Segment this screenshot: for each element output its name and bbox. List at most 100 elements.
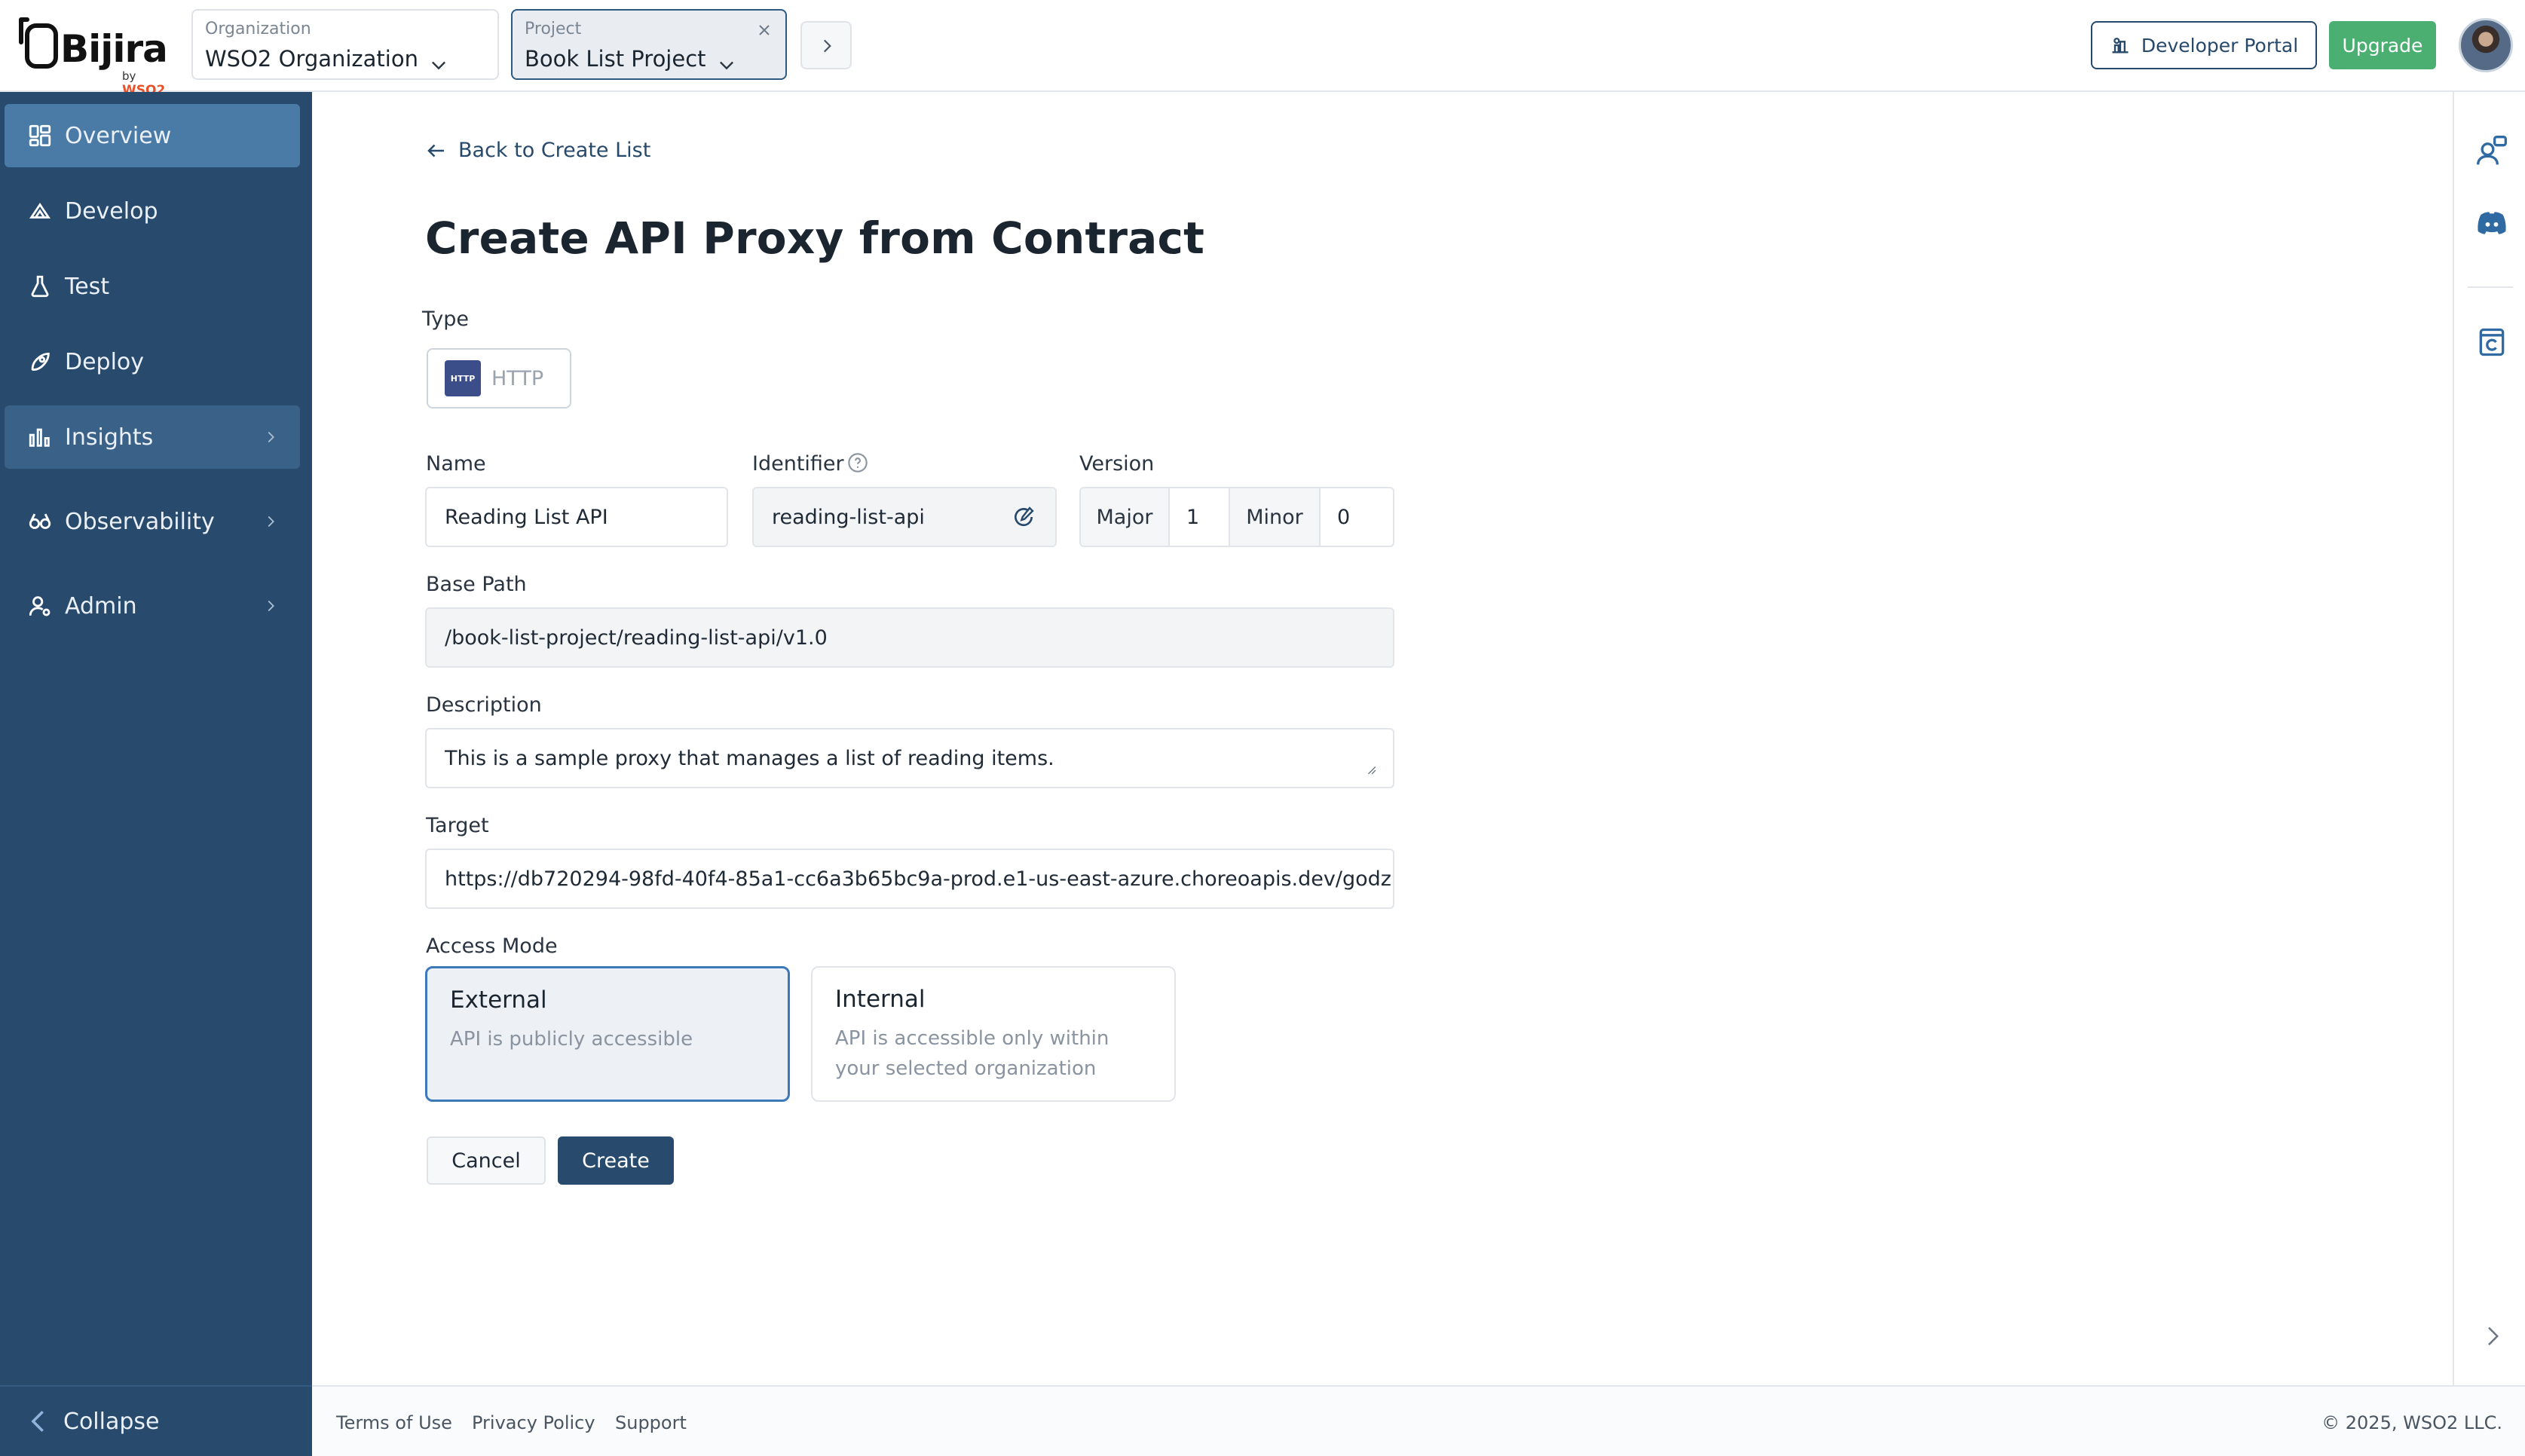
sidebar-item-insights[interactable]: Insights <box>5 405 300 469</box>
organization-value: WSO2 Organization <box>205 46 418 72</box>
support-chat-icon[interactable] <box>2475 134 2508 167</box>
sidebar-item-label: Observability <box>65 508 215 535</box>
developer-portal-button[interactable]: Developer Portal <box>2091 21 2317 69</box>
discord-icon[interactable] <box>2475 206 2508 240</box>
name-field[interactable]: Reading List API <box>425 487 728 547</box>
next-selector-button[interactable] <box>800 21 852 69</box>
top-bar: Bijira by WSO2 Organization WSO2 Organiz… <box>0 0 2525 98</box>
access-option-description: API is publicly accessible <box>450 1028 693 1051</box>
sidebar-item-observability[interactable]: Observability <box>5 490 300 553</box>
access-mode-label: Access Mode <box>426 934 558 958</box>
project-selector[interactable]: Project Book List Project <box>511 9 787 80</box>
access-option-title: Internal <box>835 986 926 1013</box>
chevron-down-icon <box>720 61 733 70</box>
target-field[interactable]: https://db720294-98fd-40f4-85a1-cc6a3b65… <box>425 849 1394 909</box>
chevron-right-icon <box>823 39 831 53</box>
project-label: Project <box>525 20 582 38</box>
sidebar-item-develop[interactable]: Develop <box>5 179 300 243</box>
resize-handle-icon[interactable] <box>1366 764 1376 775</box>
sidebar-item-label: Deploy <box>65 348 145 375</box>
edit-sync-icon[interactable] <box>1012 505 1036 529</box>
cancel-button[interactable]: Cancel <box>427 1136 546 1185</box>
bijira-logo-mark-icon <box>19 17 58 69</box>
collapse-label: Collapse <box>63 1408 160 1435</box>
admin-user-icon <box>29 596 50 616</box>
support-link[interactable]: Support <box>615 1412 687 1433</box>
version-label: Version <box>1079 452 1155 476</box>
logo-by: by <box>122 69 136 83</box>
base-path-field[interactable]: /book-list-project/reading-list-api/v1.0 <box>425 607 1394 668</box>
create-button[interactable]: Create <box>558 1136 674 1185</box>
name-label: Name <box>426 452 486 476</box>
expand-rail-chevron-icon[interactable] <box>2483 1325 2502 1347</box>
footer: Terms of Use Privacy Policy Support © 20… <box>312 1385 2525 1456</box>
sidebar-item-label: Test <box>65 273 110 300</box>
name-value: Reading List API <box>445 505 608 529</box>
developer-portal-icon <box>2112 38 2129 54</box>
sidebar: Overview Develop Test Deploy Insights Ob… <box>0 92 312 1456</box>
sidebar-item-deploy[interactable]: Deploy <box>5 330 300 393</box>
overview-icon <box>29 124 51 147</box>
type-label: Type <box>422 307 470 331</box>
privacy-policy-link[interactable]: Privacy Policy <box>472 1412 595 1433</box>
choreo-console-icon[interactable] <box>2475 326 2508 359</box>
sidebar-item-label: Overview <box>65 122 172 149</box>
identifier-value: reading-list-api <box>772 505 925 529</box>
sidebar-item-label: Insights <box>65 424 154 451</box>
http-badge-icon: HTTP <box>445 360 481 396</box>
page-title: Create API Proxy from Contract <box>425 213 1205 264</box>
access-mode-internal-option[interactable]: Internal API is accessible only within y… <box>811 966 1176 1102</box>
base-path-label: Base Path <box>426 573 527 596</box>
project-value: Book List Project <box>525 46 706 72</box>
back-link-label: Back to Create List <box>458 139 651 162</box>
organization-selector[interactable]: Organization WSO2 Organization <box>191 9 499 80</box>
sidebar-item-test[interactable]: Test <box>5 255 300 318</box>
version-major-field[interactable]: 1 <box>1170 488 1230 546</box>
deploy-rocket-icon <box>31 352 50 372</box>
type-option-http[interactable]: HTTP HTTP <box>427 348 571 408</box>
arrow-left-icon <box>427 144 444 157</box>
user-avatar[interactable] <box>2459 18 2513 72</box>
upgrade-button[interactable]: Upgrade <box>2329 21 2436 69</box>
description-label: Description <box>426 693 542 717</box>
chevron-down-icon <box>432 61 445 70</box>
main-content: Back to Create List Create API Proxy fro… <box>312 92 2453 1385</box>
target-label: Target <box>426 814 489 837</box>
terms-of-use-link[interactable]: Terms of Use <box>336 1412 452 1433</box>
copyright: © 2025, WSO2 LLC. <box>2321 1412 2502 1433</box>
description-textarea[interactable]: This is a sample proxy that manages a li… <box>425 728 1394 788</box>
version-major-label: Major <box>1081 488 1170 546</box>
right-rail <box>2453 92 2525 1385</box>
chevron-left-icon <box>31 1410 44 1433</box>
test-flask-icon <box>31 275 49 298</box>
chevron-right-icon <box>268 600 274 612</box>
chevron-right-icon <box>268 431 274 443</box>
close-icon[interactable] <box>757 23 772 38</box>
collapse-sidebar-button[interactable]: Collapse <box>0 1385 312 1456</box>
chevron-right-icon <box>268 515 274 528</box>
sidebar-item-overview[interactable]: Overview <box>5 104 300 167</box>
sidebar-item-admin[interactable]: Admin <box>5 574 300 638</box>
organization-label: Organization <box>205 20 311 38</box>
observability-icon <box>29 513 51 529</box>
developer-portal-label: Developer Portal <box>2141 34 2299 57</box>
sidebar-item-label: Develop <box>65 197 158 225</box>
identifier-field[interactable]: reading-list-api <box>752 487 1057 547</box>
description-value: This is a sample proxy that manages a li… <box>445 746 1054 770</box>
insights-chart-icon <box>29 428 50 447</box>
access-mode-external-option[interactable]: External API is publicly accessible <box>425 966 790 1102</box>
version-minor-label: Minor <box>1230 488 1321 546</box>
help-circle-icon[interactable] <box>847 452 868 473</box>
develop-icon <box>29 202 50 219</box>
access-option-description: API is accessible only within your selec… <box>835 1027 1109 1080</box>
sidebar-item-label: Admin <box>65 592 137 619</box>
target-value: https://db720294-98fd-40f4-85a1-cc6a3b65… <box>445 867 1394 891</box>
rail-divider <box>2468 286 2513 288</box>
version-input-group: Major 1 Minor 0 <box>1079 487 1394 547</box>
back-link[interactable]: Back to Create List <box>425 139 650 162</box>
logo-text: Bijira <box>60 27 168 71</box>
bijira-logo[interactable]: Bijira by WSO2 <box>17 12 168 98</box>
access-option-title: External <box>450 986 547 1014</box>
base-path-value: /book-list-project/reading-list-api/v1.0 <box>445 626 828 650</box>
version-minor-field[interactable]: 0 <box>1321 488 1393 546</box>
